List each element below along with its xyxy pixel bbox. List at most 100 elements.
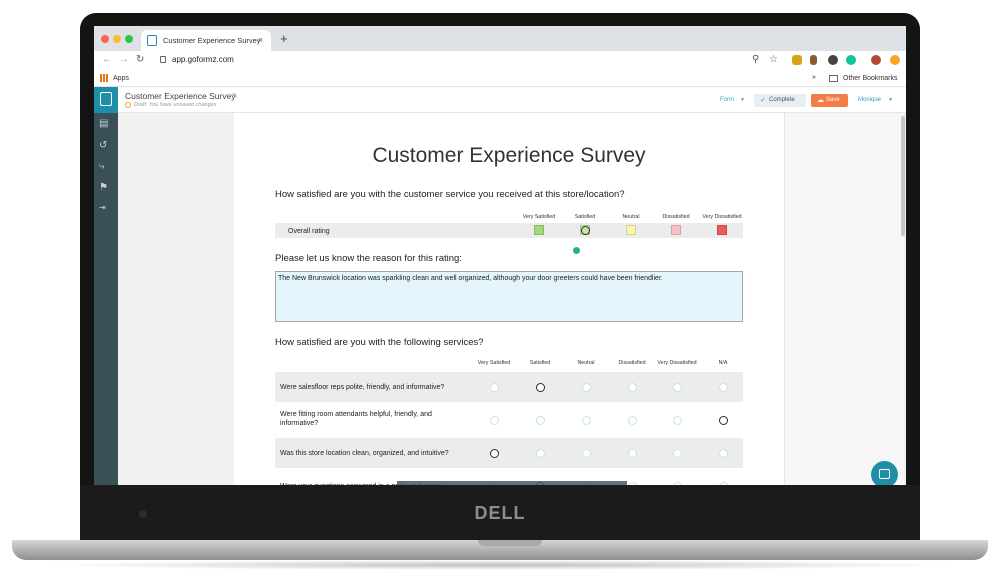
form-title[interactable]: Customer Experience Survey [125, 91, 236, 101]
folder-icon [829, 75, 838, 82]
q3-radio[interactable] [627, 481, 637, 485]
goformz-logo[interactable] [94, 87, 118, 113]
extension-icon[interactable] [810, 55, 817, 65]
history-icon[interactable]: ↺ [99, 141, 111, 151]
q3-column-label: N/A [718, 360, 728, 366]
q3-row-label: Were fitting room attendants helpful, fr… [280, 411, 432, 427]
q3-radio-selected[interactable] [718, 416, 728, 425]
q3-radio[interactable] [627, 416, 637, 425]
q3-radio[interactable] [672, 382, 682, 392]
share-icon[interactable]: ⤷ [99, 162, 111, 172]
laptop-shadow [40, 560, 960, 570]
question-2: Please let us know the reason for this r… [275, 253, 462, 264]
reload-icon[interactable]: ↻ [136, 54, 144, 65]
chevron-down-icon: ▼ [740, 97, 745, 103]
bookmarks-bar: Apps » Other Bookmarks [94, 70, 906, 87]
cloud-save-icon: ☁ [817, 97, 824, 104]
tab-title: Customer Experience Survey [163, 36, 261, 45]
form-menu[interactable]: Form [720, 97, 734, 103]
zoom-search-icon[interactable]: ⚲ [752, 54, 759, 65]
q3-radio[interactable] [581, 382, 591, 392]
check-icon: ✓ [760, 97, 766, 104]
chat-bubble-icon [879, 469, 890, 479]
bookmark-star-icon[interactable]: ☆ [769, 54, 778, 65]
q1-rating-swatch[interactable] [717, 225, 727, 235]
selected-radio [580, 225, 590, 235]
screen: Customer Experience Survey × + ← → ↻ app… [94, 26, 906, 485]
new-tab-button[interactable]: + [280, 31, 288, 46]
q3-radio[interactable] [672, 481, 682, 485]
webcam [139, 510, 147, 518]
q1-rating-swatch[interactable] [626, 225, 636, 235]
lock-icon [160, 56, 166, 63]
right-panel [784, 113, 904, 485]
save-button[interactable]: ☁ Save [811, 94, 848, 107]
collapse-sidebar-icon[interactable]: ⇥ [99, 203, 111, 213]
grammarly-icon[interactable] [846, 55, 856, 65]
form-list-icon[interactable]: ▤ [99, 119, 111, 129]
q3-row-label: Were salesfloor reps polite, friendly, a… [280, 384, 445, 391]
q3-radio[interactable] [718, 481, 728, 485]
save-label: Save [826, 97, 840, 103]
q3-radio[interactable] [672, 448, 682, 458]
tag-icon[interactable]: ⚑ [99, 183, 111, 193]
reason-textarea[interactable]: The New Brunswick location was sparkling… [275, 271, 743, 322]
maximize-window-button[interactable] [125, 35, 133, 43]
minimize-window-button[interactable] [113, 35, 121, 43]
laptop-notch [478, 540, 542, 546]
q3-radio[interactable] [489, 416, 499, 425]
q3-radio-selected[interactable] [489, 448, 499, 458]
browser-tab[interactable]: Customer Experience Survey × [141, 30, 271, 51]
dell-logo: DELL [474, 503, 526, 523]
edit-pencil-icon[interactable]: ✎ [232, 92, 238, 100]
url-field[interactable]: app.goformz.com [172, 55, 234, 64]
q3-radio[interactable] [581, 448, 591, 458]
user-menu[interactable]: Monique [858, 97, 881, 103]
bookmark-apps[interactable]: Apps [113, 75, 129, 82]
app-header: Customer Experience Survey ✎ Draft: You … [94, 87, 906, 113]
apps-grid-icon[interactable] [100, 74, 108, 82]
floating-toolbar [397, 481, 627, 485]
bookmarks-overflow-icon[interactable]: » [812, 74, 816, 81]
complete-label: Complete [769, 97, 795, 103]
q1-row-label: Overall rating [288, 228, 330, 235]
q3-radio[interactable] [672, 416, 682, 425]
bookmark-other[interactable]: Other Bookmarks [843, 75, 897, 82]
q1-rating-swatch[interactable] [534, 225, 544, 235]
extension-calendar-icon[interactable] [792, 55, 802, 65]
q3-radio[interactable] [718, 382, 728, 392]
q3-radio[interactable] [535, 416, 545, 425]
q3-radio[interactable] [627, 448, 637, 458]
q3-radio-selected[interactable] [535, 382, 545, 392]
forward-arrow-icon[interactable]: → [119, 54, 129, 65]
address-bar: ← → ↻ app.goformz.com ⚲ ☆ [94, 51, 906, 70]
q3-radio[interactable] [489, 382, 499, 392]
q1-rating-swatch[interactable] [671, 225, 681, 235]
question-1: How satisfied are you with the customer … [275, 189, 625, 200]
draft-status: Draft: You have unsaved changes [134, 102, 217, 108]
q3-radio[interactable] [581, 416, 591, 425]
question-3: How satisfied are you with the following… [275, 337, 484, 348]
browser-tabbar: Customer Experience Survey × + [94, 26, 906, 51]
q3-radio[interactable] [718, 448, 728, 458]
q1-rating-swatch[interactable] [580, 225, 590, 235]
back-arrow-icon[interactable]: ← [102, 54, 112, 65]
update-alert-icon[interactable] [890, 55, 900, 65]
survey-title: Customer Experience Survey [372, 144, 646, 167]
complete-button[interactable]: ✓ Complete [754, 94, 806, 107]
q1-column-label: Very Dissatisfied [702, 214, 742, 220]
q3-row-label: Was this store location clean, organized… [280, 450, 449, 457]
profile-avatar[interactable] [871, 55, 881, 65]
chat-button[interactable] [871, 461, 898, 485]
vertical-scrollbar[interactable] [901, 116, 905, 236]
conditional-logic-marker-icon [573, 247, 580, 254]
form-check-icon [100, 92, 112, 106]
close-window-button[interactable] [101, 35, 109, 43]
extension-circle-icon[interactable] [828, 55, 838, 65]
goformz-favicon-icon [147, 35, 157, 46]
tab-close-icon[interactable]: × [258, 35, 263, 45]
q3-radio[interactable] [535, 448, 545, 458]
app-sidebar: ▤ ↺ ⤷ ⚑ ⇥ [94, 113, 118, 485]
user-chevron-down-icon: ▼ [888, 97, 893, 103]
q3-radio[interactable] [627, 382, 637, 392]
